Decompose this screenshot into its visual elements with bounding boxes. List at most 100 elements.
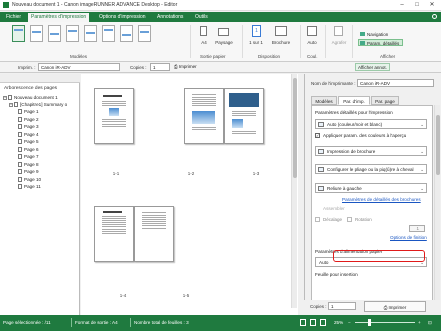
status-bar: Page sélectionnée : /11 Format de sortie… <box>0 315 441 331</box>
page-thumbnail[interactable] <box>94 206 134 262</box>
preview-canvas[interactable]: 1-1 1-2 1-3 1-4 1-5 <box>81 74 298 315</box>
apply-color-checkbox[interactable]: ✓ <box>315 133 320 138</box>
color-mode-value: Auto (couleur/noir et blanc) <box>327 122 383 127</box>
maximize-button[interactable]: □ <box>410 1 424 9</box>
highlight-box <box>333 250 425 262</box>
minimize-button[interactable]: – <box>395 1 409 9</box>
brochure-button[interactable]: Brochure <box>268 40 294 45</box>
tab-par-imp[interactable]: Par. d'imp. <box>338 96 370 105</box>
tree-page[interactable]: Page 5 <box>18 138 39 145</box>
offset-spinner[interactable]: 1 <box>409 225 425 232</box>
tree-chapter[interactable]: − [Chapitre1] Summary o <box>9 101 67 108</box>
fit-page-icon[interactable]: ⊡ <box>428 320 432 326</box>
app-icon <box>3 2 9 8</box>
template-thumb-5[interactable] <box>84 25 97 42</box>
tab-par-page[interactable]: Par. page <box>371 96 399 105</box>
page-thumbnail[interactable] <box>134 206 174 262</box>
zoom-slider[interactable] <box>355 322 415 323</box>
assemble-option: Assembler <box>323 206 345 211</box>
landscape-icon <box>218 28 229 36</box>
landscape-button[interactable]: Paysage <box>214 40 234 45</box>
paper-size-button[interactable]: A4 <box>197 40 211 45</box>
help-icon[interactable] <box>432 14 437 19</box>
staple-button[interactable]: Agrafer <box>329 40 349 45</box>
printer-select[interactable]: Canon iR-ADV <box>38 63 120 71</box>
tree-item-label: Page 11 <box>24 184 41 189</box>
insertion-label: Feuille pour insertion <box>315 272 358 277</box>
tab-fichier[interactable]: Fichier <box>3 13 24 22</box>
tree-item-label: Page 5 <box>24 139 39 144</box>
zoom-slider-handle[interactable] <box>368 319 371 326</box>
view-spread-icon[interactable] <box>310 319 316 326</box>
footer-print-button[interactable]: ⎙ Imprimer <box>364 301 426 312</box>
settings-scrollbar[interactable] <box>434 105 440 300</box>
section-title: Paramètres détaillés pour l'impression <box>315 110 393 115</box>
page-thumbnail[interactable] <box>184 88 224 144</box>
show-annotations-toggle[interactable]: Afficher annot. <box>355 63 390 71</box>
zoom-out-icon[interactable]: − <box>348 320 351 325</box>
ribbon-separator <box>190 25 191 58</box>
apply-color-label: Appliquer param. des couleurs à l'aperçu <box>323 133 407 138</box>
tree-page[interactable]: Page 1 <box>18 108 39 115</box>
zoom-in-icon[interactable]: + <box>418 320 421 325</box>
brochure-select[interactable]: Impression de brochure ⌄ <box>315 146 427 156</box>
finishing-options-link[interactable]: Options de finition <box>390 235 427 240</box>
close-button[interactable]: ✕ <box>425 1 439 9</box>
page-thumbnail[interactable] <box>94 88 134 144</box>
chevron-down-icon: ⌄ <box>420 186 424 191</box>
print-footer: Copies : 1 ⎙ Imprimer <box>304 300 441 315</box>
page-thumbnail[interactable] <box>224 88 264 144</box>
canvas-scrollbar[interactable] <box>291 74 297 308</box>
tree-page[interactable]: Page 6 <box>18 146 39 153</box>
template-thumb-8[interactable] <box>138 25 151 42</box>
view-single-icon[interactable] <box>300 319 306 326</box>
tree-page[interactable]: Page 7 <box>18 153 39 160</box>
printer-name-select[interactable]: Canon iR-ADV <box>357 79 434 87</box>
page-icon <box>18 146 22 152</box>
page-icon <box>18 176 22 182</box>
template-thumb-1[interactable] <box>12 25 25 42</box>
tree-item-label: Page 3 <box>24 124 39 129</box>
tab-annotations[interactable]: Annotations <box>154 13 186 22</box>
template-thumb-3[interactable] <box>48 25 61 42</box>
collapse-icon[interactable]: − <box>3 95 7 100</box>
offset-checkbox[interactable] <box>315 217 320 222</box>
rotation-label: Rotation <box>355 217 372 222</box>
template-thumb-2[interactable] <box>30 25 43 42</box>
param-details-toggle[interactable]: Param. détaillés <box>358 39 404 46</box>
folding-select[interactable]: Configurer le pliage ou la piq(û)re à ch… <box>315 164 427 174</box>
tab-parametres-impression[interactable]: Paramètres d'impression <box>28 13 90 22</box>
tree-page[interactable]: Page 2 <box>18 116 39 123</box>
print-button[interactable]: ⎙ Imprimer <box>172 63 199 71</box>
paper-feed-value: Auto <box>319 260 329 265</box>
tree-page[interactable]: Page 4 <box>18 131 39 138</box>
tab-outils[interactable]: Outils <box>192 13 211 22</box>
chevron-down-icon: ⌄ <box>420 167 424 172</box>
binding-select[interactable]: Reliure à gauche ⌄ <box>315 183 427 193</box>
template-thumb-4[interactable] <box>66 25 79 42</box>
tree-item-label: [Chapitre1] Summary o <box>20 102 68 107</box>
brochure-value: Impression de brochure <box>327 149 376 154</box>
navigation-toggle[interactable]: Navigation <box>358 30 392 37</box>
brochure-details-link[interactable]: Paramètres de détaillés des brochures <box>342 197 421 202</box>
collapse-icon[interactable]: − <box>9 102 13 107</box>
template-thumb-6[interactable] <box>102 25 115 42</box>
view-fit-icon[interactable] <box>320 319 326 326</box>
tree-document[interactable]: − Nouveau document 1 <box>3 94 58 101</box>
footer-copies-input[interactable]: 1 <box>328 302 356 310</box>
rotation-checkbox[interactable] <box>347 217 352 222</box>
copies-input[interactable]: 1 <box>150 63 170 71</box>
tree-item-label: Page 8 <box>24 161 39 167</box>
tree-page[interactable]: Page 9 <box>18 168 39 175</box>
tree-page[interactable]: Page 11 <box>18 183 41 190</box>
tree-page[interactable]: Page 10 <box>18 176 41 183</box>
tab-options-impression[interactable]: Options d'impression <box>96 13 149 22</box>
color-auto-button[interactable]: Auto <box>304 40 320 45</box>
tree-page[interactable]: Page 3 <box>18 123 39 130</box>
folding-value: Configurer le pliage ou la piq(û)re à ch… <box>327 167 414 172</box>
tab-modeles[interactable]: Modèles <box>311 96 337 105</box>
color-mode-select[interactable]: Auto (couleur/noir et blanc) ⌄ <box>315 119 427 129</box>
tree-page[interactable]: Page 8 <box>18 161 39 168</box>
layout-button[interactable]: 1 sur 1 <box>246 40 266 45</box>
template-thumb-7[interactable] <box>120 25 133 42</box>
